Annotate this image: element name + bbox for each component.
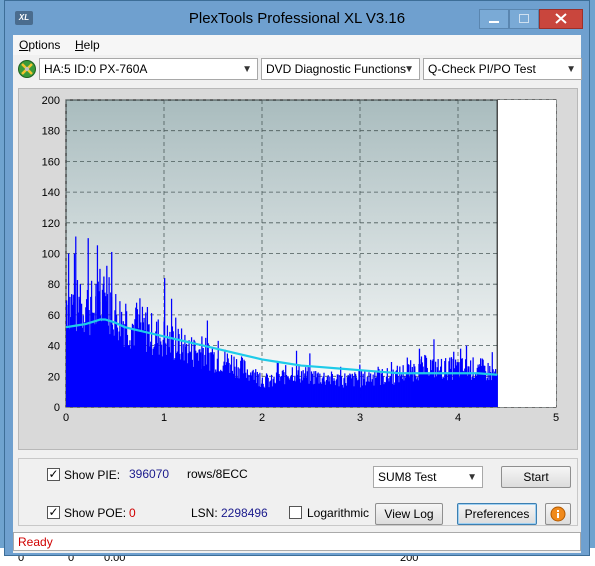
chevron-down-icon: ▼: [404, 64, 414, 75]
drive-select-value: HA:5 ID:0 PX-760A: [44, 62, 148, 76]
pie-spike: [164, 278, 166, 407]
pie-spike: [465, 345, 468, 407]
logarithmic-checkbox[interactable]: [289, 506, 302, 519]
y-tick-label: 60: [48, 310, 60, 322]
show-pie-checkbox[interactable]: ✓: [47, 468, 60, 481]
control-panel: ✓ Show PIE: 396070 rows/8ECC SUM8 Test ▼…: [18, 458, 578, 526]
unused-region: [497, 100, 556, 407]
view-log-button[interactable]: View Log: [375, 503, 443, 525]
preferences-label: Preferences: [464, 507, 530, 521]
drive-status-icon: [18, 60, 36, 78]
pie-value: 396070: [129, 467, 170, 481]
pie-spike: [453, 351, 455, 407]
menu-options-label: ptions: [28, 38, 61, 52]
pie-spike: [201, 336, 203, 407]
sum-test-value: SUM8 Test: [378, 470, 437, 484]
minimize-icon: [489, 21, 499, 23]
pi-po-chart: 0 20 40 60 80 100 120 140 160 180 200 0 1 2 3 4 5: [42, 95, 559, 424]
pie-spike: [111, 251, 113, 407]
test-select[interactable]: Q-Check PI/PO Test ▼: [423, 58, 582, 80]
y-tick-label: 20: [48, 371, 60, 383]
pie-spike: [106, 265, 108, 407]
y-tick-label: 140: [42, 187, 60, 199]
y-tick-label: 200: [42, 95, 60, 107]
plextools-window: XL PlexTools Professional XL V3.16 Optio…: [4, 0, 590, 556]
poe-value: 0: [129, 506, 136, 520]
title-bar[interactable]: XL PlexTools Professional XL V3.16: [5, 1, 589, 35]
menu-help[interactable]: Help: [75, 38, 100, 52]
menu-help-mnemonic: H: [75, 38, 84, 52]
client-area: Options Help HA:5 ID:0 PX-760A ▼ DVD Dia…: [13, 35, 582, 553]
pie-spike: [99, 268, 101, 407]
show-poe-checkbox[interactable]: ✓: [47, 506, 60, 519]
menu-options-mnemonic: O: [19, 38, 29, 52]
pie-spike: [73, 253, 76, 407]
x-tick-label: 0: [63, 412, 69, 424]
rows-label: rows/8ECC: [187, 467, 248, 481]
lsn-value: 2298496: [221, 506, 268, 520]
y-tick-label: 120: [42, 218, 60, 230]
info-button[interactable]: [545, 503, 571, 525]
x-tick-label: 5: [553, 412, 559, 424]
close-icon: [555, 13, 567, 24]
maximize-button[interactable]: [509, 9, 539, 29]
menu-help-label: elp: [83, 38, 100, 52]
pie-spike: [79, 284, 82, 407]
check-icon: ✓: [48, 467, 59, 481]
show-poe-label: Show POE:: [64, 506, 127, 520]
status-bar: Ready: [13, 532, 581, 551]
lsn-label: LSN:: [191, 506, 218, 520]
pie-spike: [276, 360, 278, 407]
pie-bar: [496, 374, 498, 407]
view-log-label: View Log: [384, 507, 434, 521]
info-icon: [550, 506, 566, 522]
chart-frame: 0 20 40 60 80 100 120 140 160 180 200 0 1 2 3 4 5: [18, 88, 578, 450]
start-button[interactable]: Start: [501, 466, 571, 488]
preferences-button[interactable]: Preferences: [457, 503, 537, 525]
close-button[interactable]: [539, 9, 583, 29]
menu-bar: Options Help: [13, 35, 581, 55]
function-select[interactable]: DVD Diagnostic Functions ▼: [261, 58, 420, 80]
sum-test-select[interactable]: SUM8 Test ▼: [373, 466, 483, 488]
chevron-down-icon: ▼: [467, 472, 477, 483]
y-tick-label: 0: [54, 402, 60, 414]
y-tick-label: 40: [48, 341, 60, 353]
pie-spike: [67, 253, 70, 407]
drive-select[interactable]: HA:5 ID:0 PX-760A ▼: [39, 58, 258, 80]
x-tick-label: 1: [161, 412, 167, 424]
pie-spike: [418, 348, 421, 407]
minimize-button[interactable]: [479, 9, 509, 29]
chevron-down-icon: ▼: [242, 64, 252, 75]
pie-spike: [103, 276, 105, 407]
status-text: Ready: [18, 535, 53, 549]
y-tick-label: 160: [42, 156, 60, 168]
test-select-value: Q-Check PI/PO Test: [428, 62, 536, 76]
y-tick-label: 180: [42, 126, 60, 138]
check-icon: ✓: [48, 505, 59, 519]
start-button-label: Start: [523, 470, 549, 484]
maximize-icon: [519, 14, 529, 23]
y-tick-label: 100: [42, 249, 60, 261]
logarithmic-label: Logarithmic: [307, 506, 370, 520]
x-tick-label: 4: [455, 412, 461, 424]
show-pie-label: Show PIE:: [64, 468, 121, 482]
x-tick-label: 3: [357, 412, 363, 424]
function-select-value: DVD Diagnostic Functions: [266, 62, 407, 76]
pie-spike: [459, 348, 462, 407]
y-tick-label: 80: [48, 279, 60, 291]
x-tick-label: 2: [259, 412, 265, 424]
chevron-down-icon: ▼: [566, 64, 576, 75]
menu-options[interactable]: Options: [19, 38, 60, 52]
pie-spike: [95, 284, 97, 407]
